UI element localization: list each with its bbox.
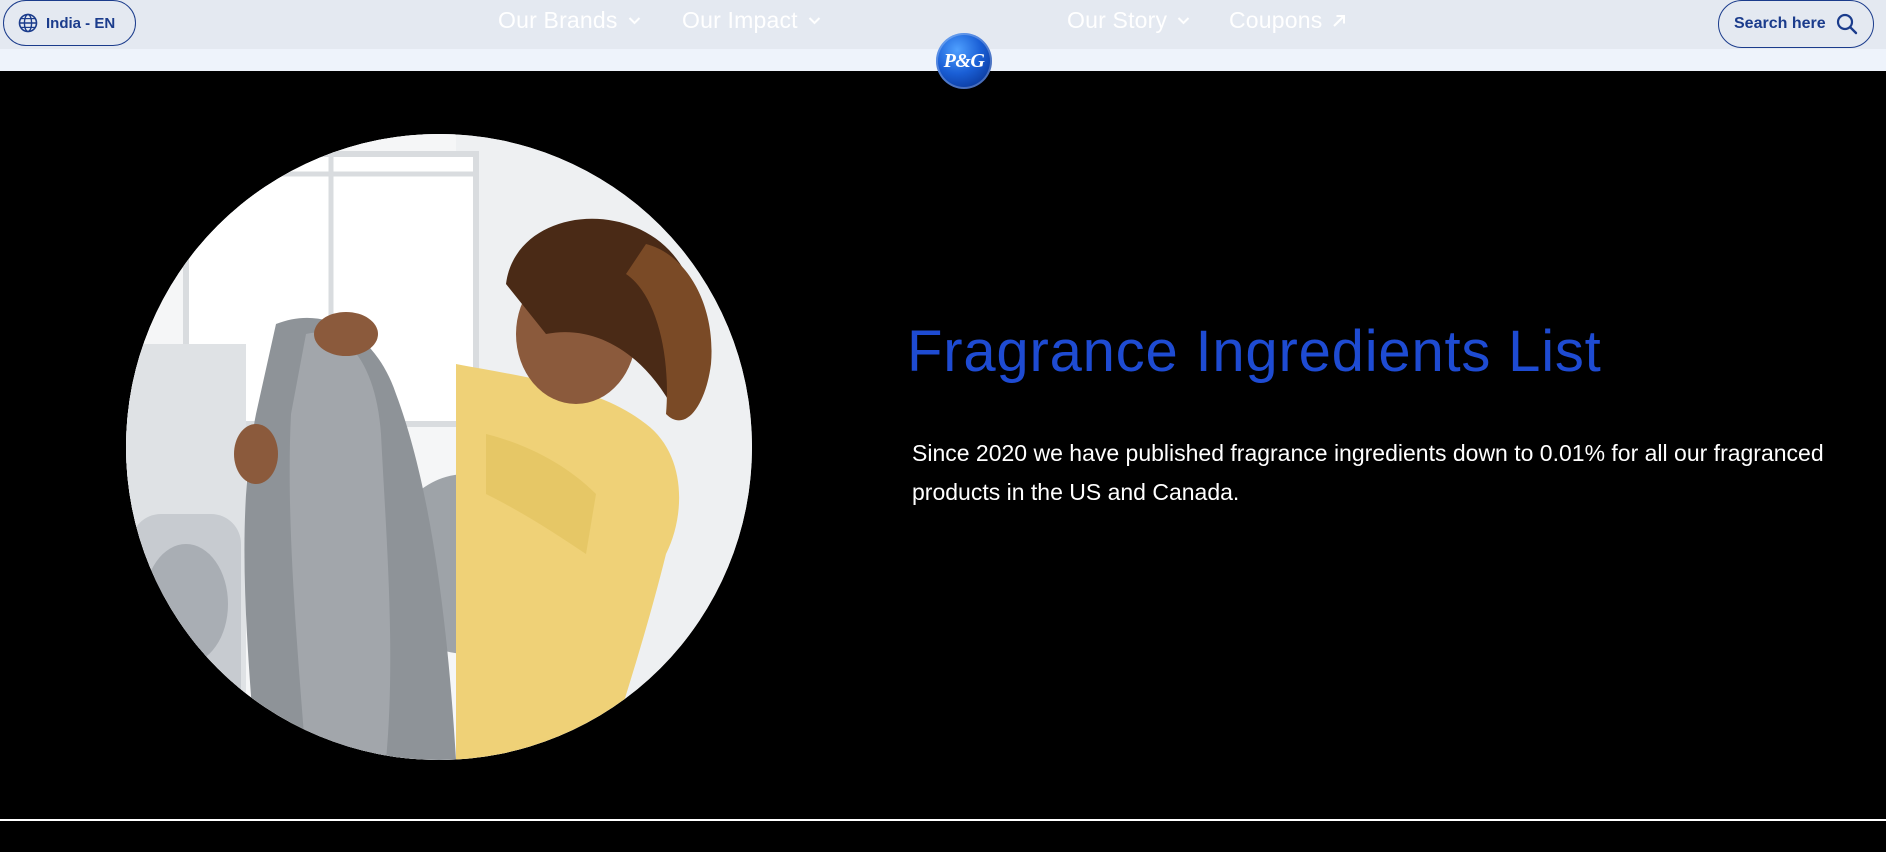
locale-selector-button[interactable]: India - EN [3,0,136,46]
hero-description: Since 2020 we have published fragrance i… [912,440,1824,505]
nav-our-impact[interactable]: Our Impact [682,7,821,34]
chevron-down-icon [808,16,821,25]
nav-our-brands[interactable]: Our Brands [498,7,641,34]
chevron-down-icon [628,16,641,25]
chevron-down-icon [1177,16,1190,25]
search-icon [1836,13,1857,35]
pg-logo[interactable]: P&G [936,33,992,89]
search-button[interactable]: Search here [1718,0,1874,48]
pg-logo-text: P&G [943,49,985,72]
nav-coupons-label: Coupons [1229,7,1323,33]
hero-photo-woman-laundry [126,134,752,760]
arrow-up-right-icon [1332,14,1346,28]
nav-our-brands-label: Our Brands [498,7,618,33]
nav-coupons-link[interactable]: Coupons [1229,7,1346,34]
page-title: Fragrance Ingredients List [907,319,1602,384]
section-divider [0,819,1886,821]
nav-our-impact-label: Our Impact [682,7,798,33]
locale-label: India - EN [46,14,116,32]
search-label: Search here [1734,15,1826,32]
nav-our-story-label: Our Story [1067,7,1168,33]
nav-our-story[interactable]: Our Story [1067,7,1190,34]
globe-icon [18,13,38,33]
